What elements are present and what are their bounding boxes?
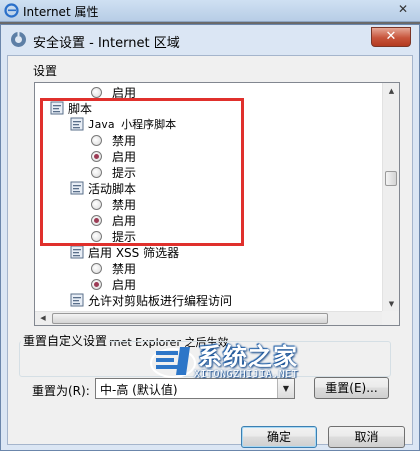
background-window-titlebar: Internet 属性 ✕ bbox=[0, 0, 420, 22]
radio-button[interactable] bbox=[91, 86, 102, 98]
settings-label: 设置 bbox=[33, 64, 58, 78]
watermark-logo-icon bbox=[150, 347, 196, 378]
radio-button-selected[interactable] bbox=[91, 278, 102, 290]
scroll-left-arrow-icon[interactable]: ◀ bbox=[35, 312, 51, 325]
internet-explorer-icon bbox=[4, 3, 19, 18]
scrollbar-corner bbox=[382, 311, 399, 325]
watermark: 系统之家 XITONGZHIJIA.NET bbox=[150, 335, 330, 387]
option-label: 禁用 bbox=[112, 261, 137, 276]
background-close-button[interactable]: ✕ bbox=[392, 2, 414, 20]
security-settings-icon bbox=[11, 32, 26, 47]
option-row[interactable]: 启用 bbox=[91, 276, 136, 292]
option-label: 启用 bbox=[112, 277, 137, 292]
reset-to-label: 重置为(R): bbox=[32, 384, 90, 398]
close-button[interactable]: ✕ bbox=[371, 27, 411, 47]
setting-label: 允许对剪贴板进行编程访问 bbox=[88, 293, 233, 308]
setting-label: 启用 XSS 筛选器 bbox=[88, 245, 180, 260]
setting-icon bbox=[70, 293, 84, 307]
radio-button[interactable] bbox=[91, 262, 102, 274]
highlight-annotation-box bbox=[40, 98, 244, 246]
vertical-scroll-thumb[interactable] bbox=[385, 171, 397, 186]
dialog-title: 安全设置 - Internet 区域 bbox=[33, 36, 180, 51]
group-label: 重置自定义设置 bbox=[21, 332, 110, 349]
watermark-brand: 系统之家 bbox=[198, 343, 298, 371]
scroll-up-arrow-icon[interactable]: ▲ bbox=[383, 83, 399, 99]
background-window-title: Internet 属性 bbox=[23, 5, 99, 19]
horizontal-scrollbar[interactable]: ◀ ▶ bbox=[35, 311, 399, 325]
watermark-url: XITONGZHIJIA.NET bbox=[194, 369, 299, 380]
setting-row: 启用 XSS 筛选器 bbox=[70, 244, 179, 260]
setting-icon bbox=[70, 245, 84, 259]
vertical-scrollbar[interactable]: ▲ ▼ bbox=[382, 83, 399, 312]
setting-row: 允许对剪贴板进行编程访问 bbox=[70, 292, 232, 308]
cancel-button[interactable]: 取消 bbox=[328, 426, 405, 448]
horizontal-scroll-thumb[interactable] bbox=[52, 313, 328, 324]
ok-button[interactable]: 确定 bbox=[241, 426, 317, 448]
option-row[interactable]: 禁用 bbox=[91, 260, 136, 276]
scroll-down-arrow-icon[interactable]: ▼ bbox=[383, 296, 399, 312]
